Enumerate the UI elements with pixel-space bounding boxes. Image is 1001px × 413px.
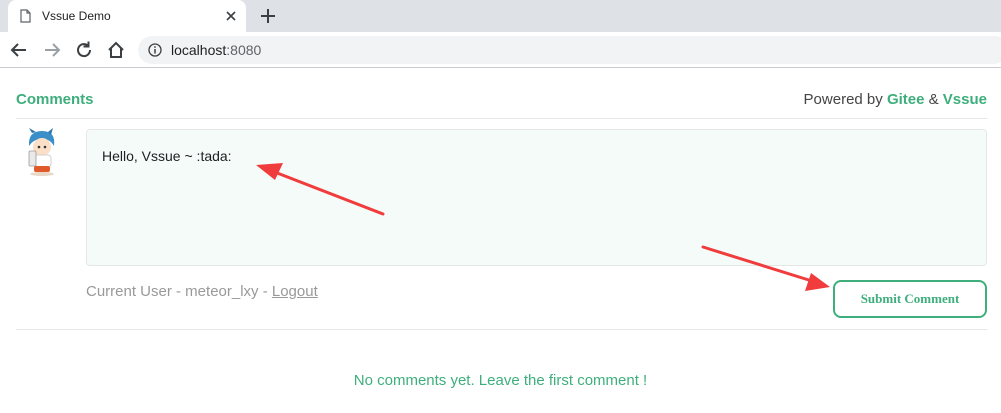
- no-comments-message: No comments yet. Leave the first comment…: [353, 372, 648, 389]
- comments-title: Comments: [16, 91, 94, 108]
- page-icon: [20, 9, 31, 23]
- info-icon[interactable]: [148, 43, 162, 57]
- address-bar[interactable]: localhost:8080: [138, 36, 1001, 64]
- home-icon[interactable]: [105, 39, 127, 61]
- current-user-line: Current User - meteor_lxy - Logout: [86, 283, 318, 300]
- browser-tab-strip: Vssue Demo: [0, 0, 1001, 32]
- new-tab-plus-icon[interactable]: [258, 6, 278, 26]
- url-text[interactable]: localhost:8080: [171, 42, 261, 58]
- browser-tab[interactable]: Vssue Demo: [8, 0, 246, 32]
- reload-icon[interactable]: [73, 39, 95, 61]
- back-arrow-icon[interactable]: [8, 39, 30, 61]
- url-host: localhost: [171, 42, 227, 58]
- vssue-page: Comments Powered by Gitee & Vssue Hello,…: [0, 69, 1001, 413]
- comments-divider: [16, 329, 987, 330]
- powered-by: Powered by Gitee & Vssue: [804, 91, 987, 108]
- user-avatar: [28, 128, 55, 176]
- comment-textarea[interactable]: Hello, Vssue ~ :tada:: [86, 129, 987, 266]
- powered-by-prefix: Powered by: [803, 91, 887, 108]
- current-user-text: Current User - meteor_lxy -: [86, 283, 272, 300]
- url-port: :8080: [226, 42, 262, 58]
- tab-title: Vssue Demo: [42, 9, 111, 23]
- browser-toolbar: localhost:8080: [0, 32, 1001, 68]
- submit-comment-button[interactable]: Submit Comment: [833, 280, 987, 318]
- header-divider: [16, 118, 987, 119]
- gitee-link[interactable]: Gitee: [887, 91, 925, 108]
- vssue-link[interactable]: Vssue: [943, 91, 987, 108]
- close-icon[interactable]: [224, 9, 238, 23]
- powered-by-amp: &: [924, 91, 943, 108]
- forward-arrow-icon[interactable]: [41, 39, 63, 61]
- logout-link[interactable]: Logout: [272, 283, 318, 300]
